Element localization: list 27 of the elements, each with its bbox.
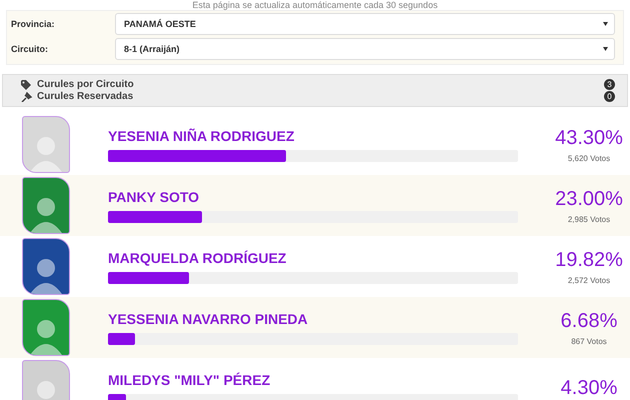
- candidate-name: YESSENIA NAVARRO PINEDA: [108, 310, 309, 326]
- count-badge: 0: [604, 91, 615, 102]
- candidate-name: YESENIA NIÑA RODRIGUEZ: [108, 128, 296, 144]
- tag-icon: [21, 80, 33, 90]
- vote-count: 5,620 Votos: [568, 154, 610, 162]
- vote-percentage: 4.30%: [560, 377, 618, 400]
- refresh-notice: Esta página se actualiza automáticamente cada 30 segundos: [191, 0, 439, 10]
- field-label: Circuito:: [11, 44, 49, 54]
- vote-count: 867 Votos: [571, 336, 607, 346]
- dropdown[interactable]: PANAMÁ OESTE: [115, 13, 615, 35]
- vote-count: 2,985 Votos: [568, 214, 610, 224]
- summary-label: Curules por Circuito: [37, 79, 135, 90]
- summary-label: Curules Reservadas: [37, 91, 134, 102]
- vote-percentage: 6.68%: [560, 310, 618, 332]
- vote-percentage: 23.00%: [555, 188, 623, 210]
- count-badge: 3: [604, 79, 615, 90]
- candidate-name: PANKY SOTO: [108, 188, 200, 204]
- vote-percentage: 43.30%: [555, 126, 623, 150]
- field-label: Provincia:: [11, 19, 56, 29]
- pin-icon: [21, 92, 33, 102]
- vote-count: 2,572 Votos: [568, 276, 610, 284]
- caret-icon: [603, 47, 608, 51]
- candidate-name: MARQUELDA RODRÍGUEZ: [108, 250, 288, 266]
- dropdown[interactable]: 8-1 (Arraiján): [115, 38, 615, 60]
- vote-percentage: 19.82%: [555, 248, 623, 272]
- caret-icon: [603, 22, 608, 26]
- candidate-name: MILEDYS "MILY" PÉREZ: [108, 372, 272, 388]
